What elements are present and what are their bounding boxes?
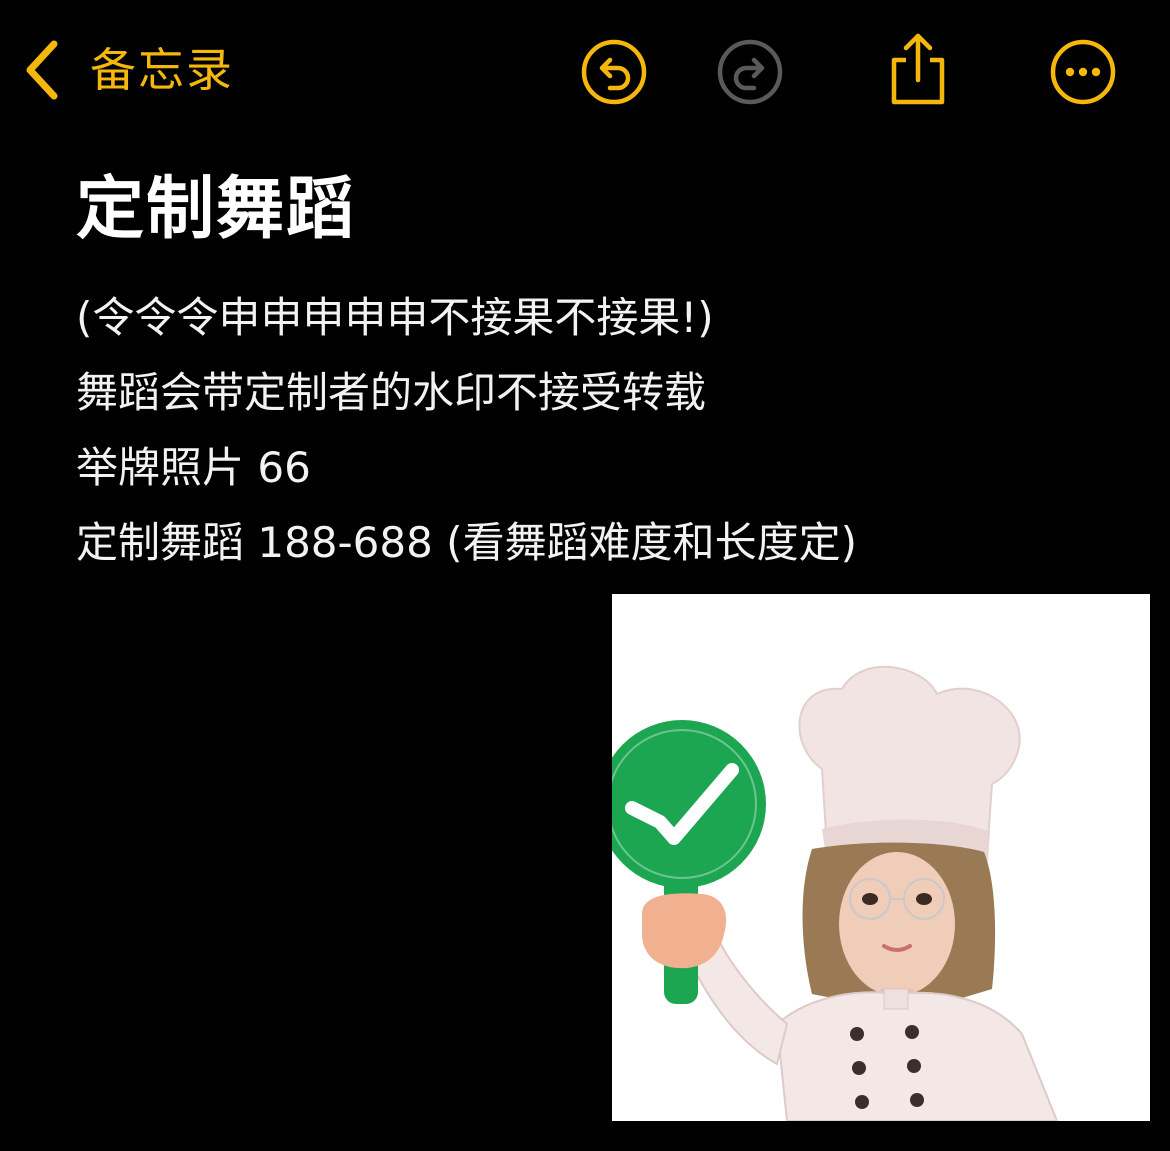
note-title: 定制舞蹈	[76, 170, 357, 249]
more-button[interactable]	[1049, 38, 1117, 106]
chevron-left-icon	[22, 38, 62, 102]
share-button[interactable]	[884, 30, 952, 108]
chef-girl-illustration	[612, 665, 1059, 1121]
share-icon	[884, 30, 952, 108]
back-button[interactable]: 备忘录	[22, 38, 234, 102]
note-image[interactable]	[612, 594, 1150, 1121]
note-line: (令令令申申申申申不接果不接果!)	[76, 293, 714, 342]
navigation-bar: 备忘录	[0, 0, 1170, 140]
face	[839, 852, 955, 996]
redo-button[interactable]	[716, 38, 784, 106]
undo-icon	[580, 38, 648, 106]
note-body[interactable]: 定制舞蹈 (令令令申申申申申不接果不接果!) 舞蹈会带定制者的水印不接受转载 举…	[76, 162, 1136, 580]
undo-button[interactable]	[580, 38, 648, 106]
note-line: 舞蹈会带定制者的水印不接受转载	[76, 368, 707, 417]
back-label: 备忘录	[90, 43, 234, 97]
redo-icon	[716, 38, 784, 106]
note-line: 举牌照片 66	[76, 443, 311, 492]
more-icon	[1049, 38, 1117, 106]
note-line: 定制舞蹈 188-688 (看舞蹈难度和长度定)	[76, 518, 857, 567]
